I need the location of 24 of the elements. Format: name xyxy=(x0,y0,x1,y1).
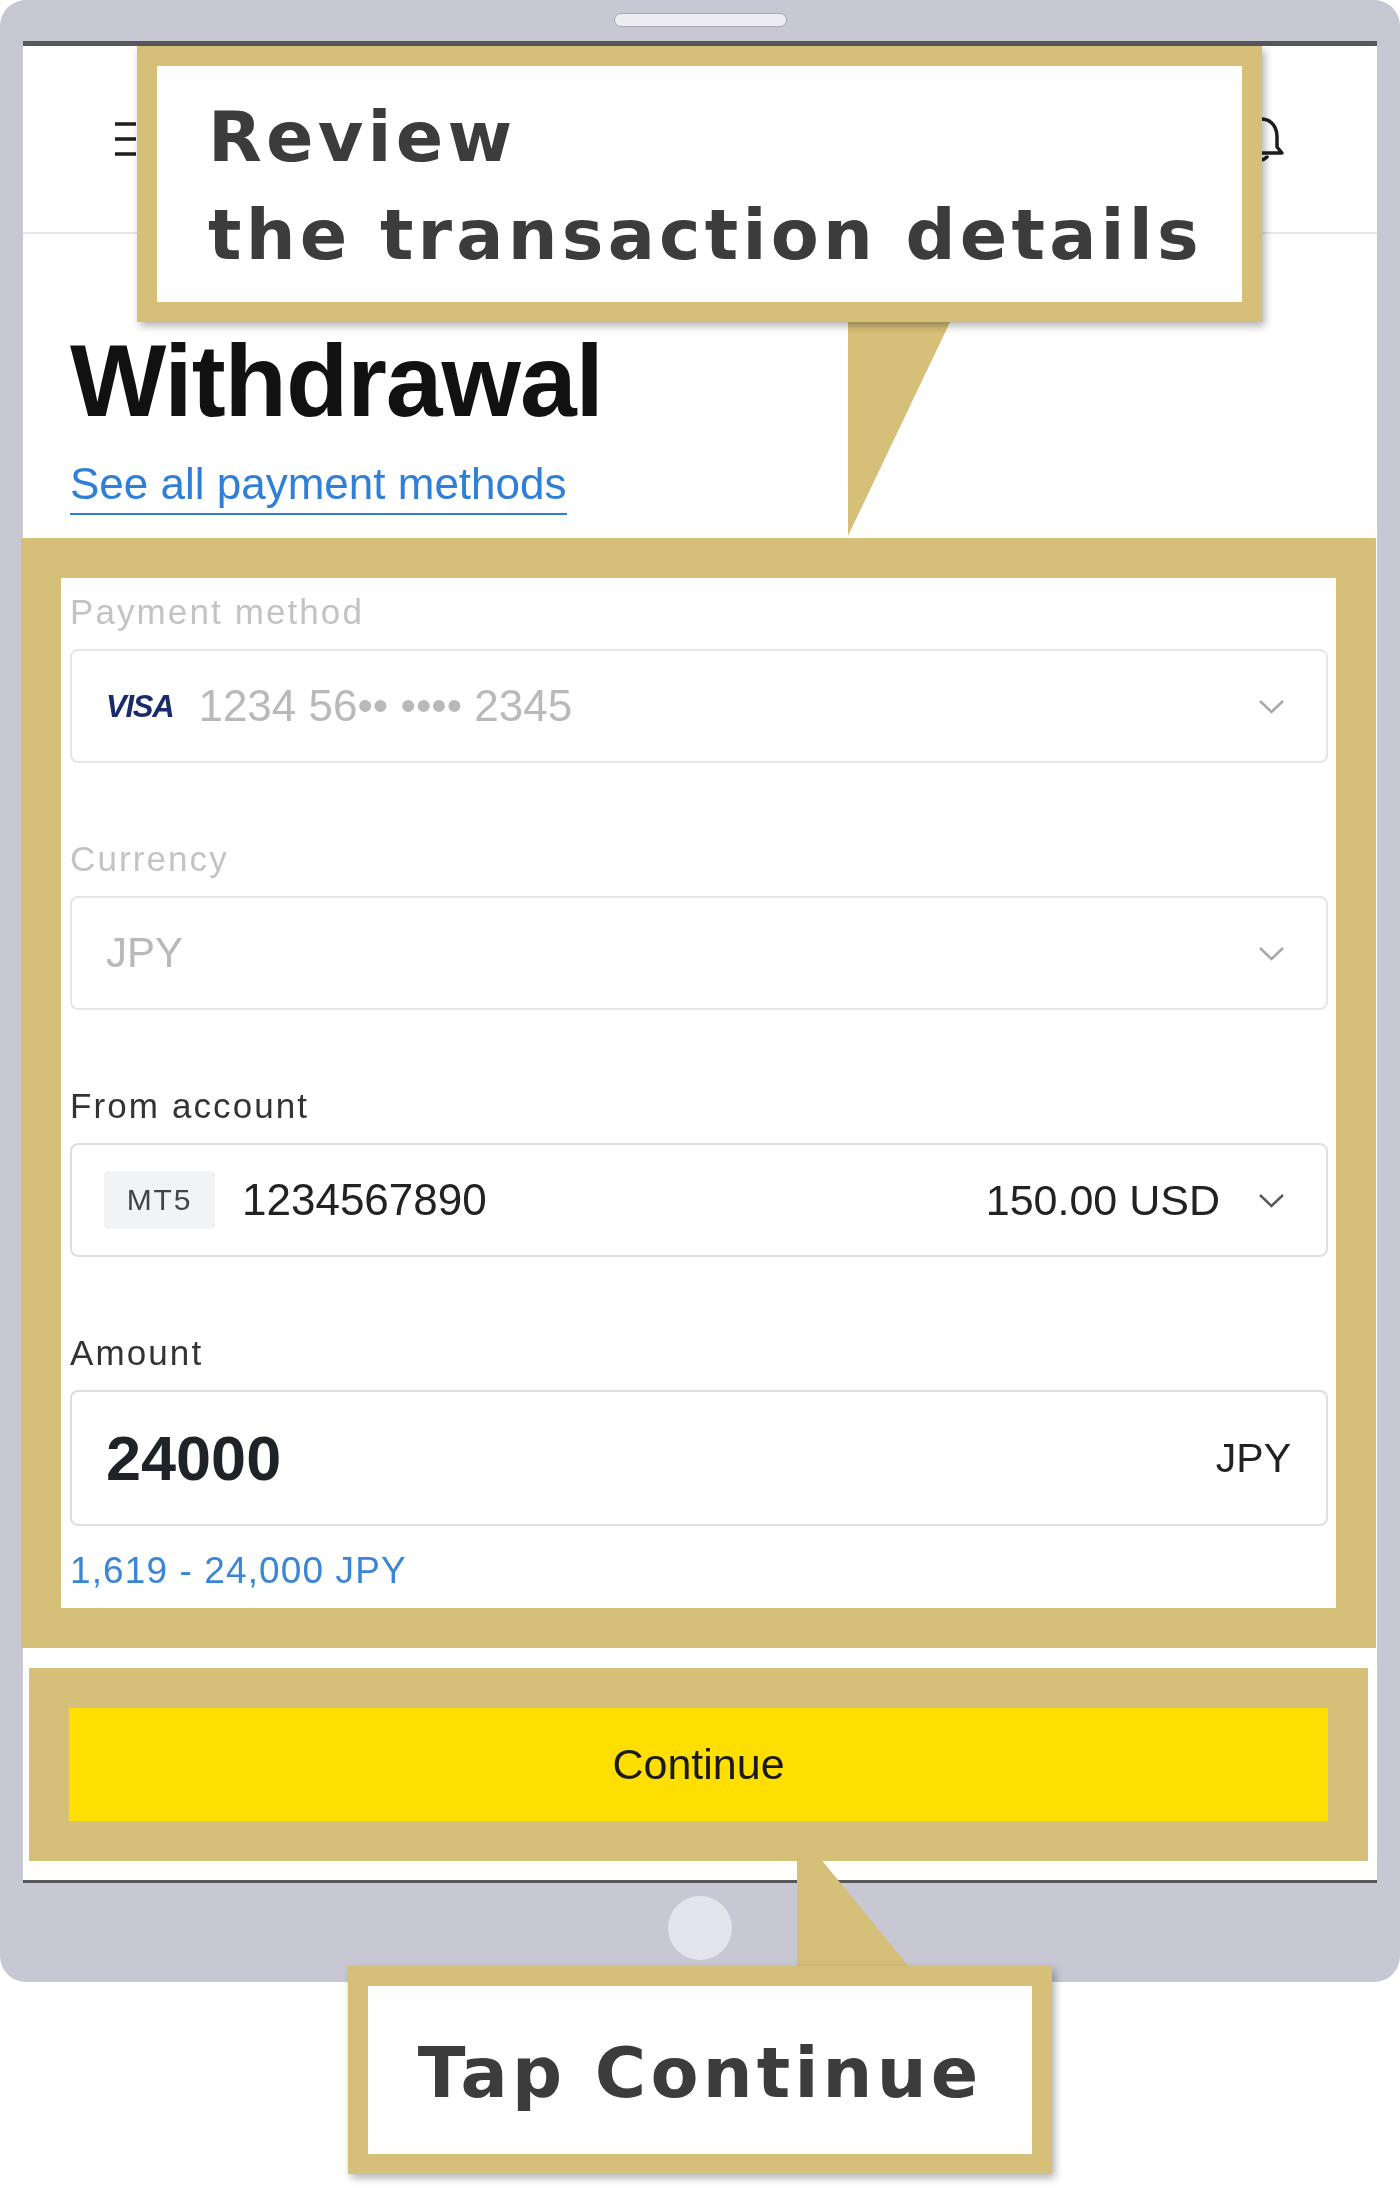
amount-value: 24000 xyxy=(106,1426,282,1490)
currency-value: JPY xyxy=(106,932,184,974)
account-number: 1234567890 xyxy=(242,1178,487,1222)
callout-text: Review the transaction details xyxy=(208,95,1203,278)
amount-input[interactable]: 24000 JPY xyxy=(70,1390,1328,1526)
account-balance: 150.00 USD xyxy=(985,1178,1220,1222)
payment-methods-link[interactable]: See all payment methods xyxy=(70,462,567,515)
card-number: 1234 56•• •••• 2345 xyxy=(198,684,573,728)
account-select[interactable]: MT5 1234567890 150.00 USD xyxy=(70,1143,1328,1257)
bell-icon[interactable] xyxy=(1261,115,1287,163)
field-label: Payment method xyxy=(70,594,364,629)
amount-range-hint: 1,619 - 24,000 JPY xyxy=(70,1552,407,1589)
chevron-down-icon xyxy=(1258,698,1285,714)
continue-button[interactable]: Continue xyxy=(69,1708,1328,1821)
field-label: Currency xyxy=(70,841,229,876)
currency-suffix: JPY xyxy=(1215,1437,1291,1479)
page-title: Withdrawal xyxy=(70,330,603,432)
chevron-down-icon xyxy=(1258,945,1285,961)
menu-icon[interactable] xyxy=(115,122,136,156)
chevron-down-icon xyxy=(1258,1192,1285,1208)
field-label: From account xyxy=(70,1088,310,1123)
card-brand-logo: VISA xyxy=(106,690,174,722)
field-label: Amount xyxy=(70,1335,204,1370)
account-type-badge: MT5 xyxy=(104,1171,215,1229)
